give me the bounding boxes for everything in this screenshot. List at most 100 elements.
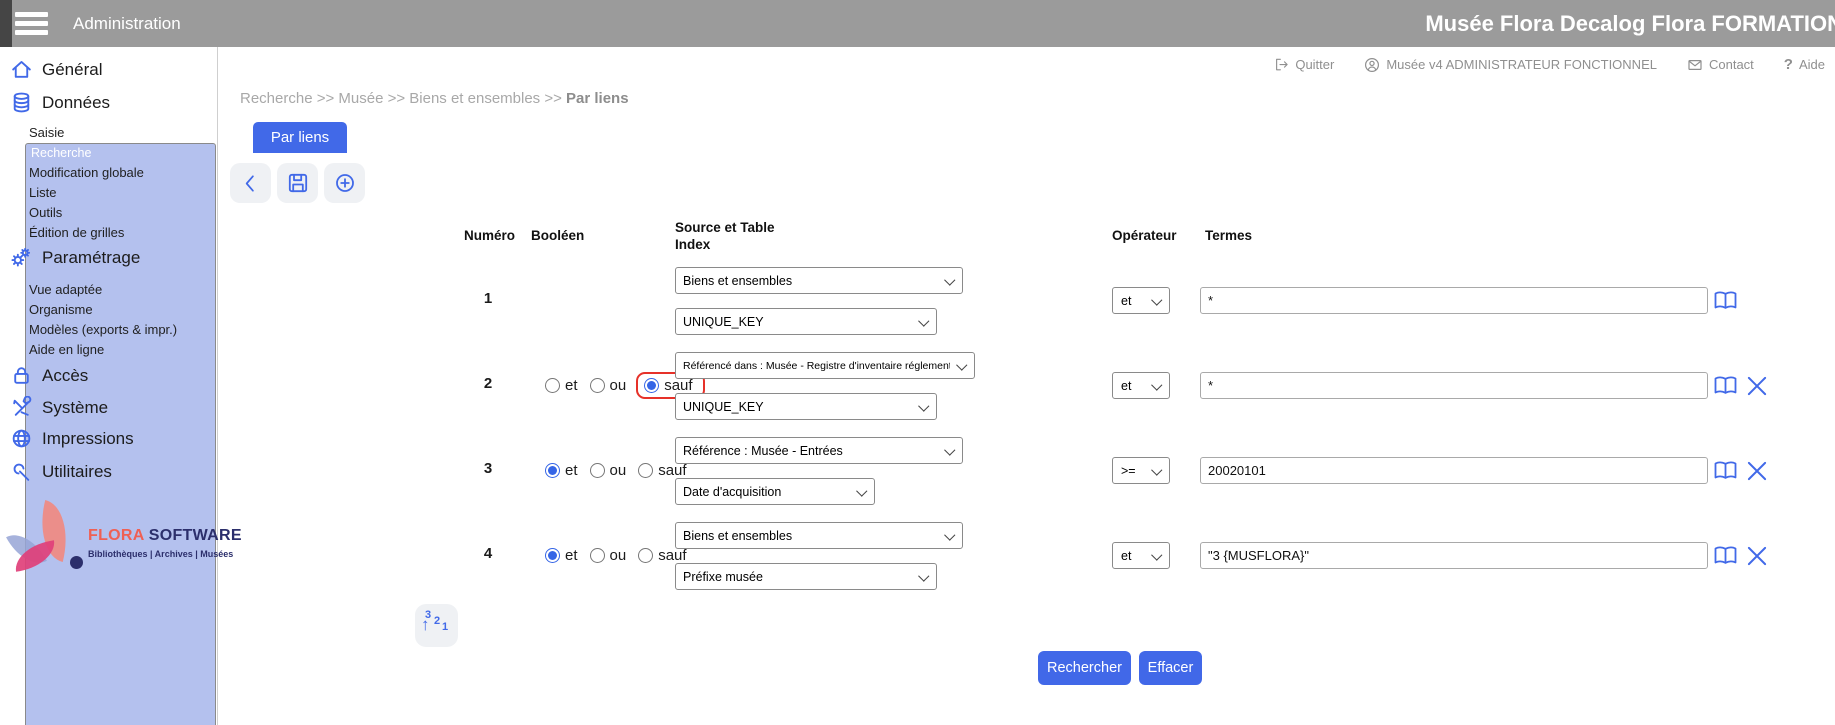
radio-et[interactable]: et	[545, 462, 578, 479]
terms-input-row3[interactable]	[1200, 457, 1708, 484]
delete-row-icon[interactable]	[1744, 373, 1770, 399]
lock-icon	[10, 364, 33, 387]
index-book-icon[interactable]	[1712, 459, 1739, 483]
source-select[interactable]: Référencé dans : Musée - Registre d'inve…	[675, 352, 975, 379]
toolbar	[230, 163, 365, 203]
index-book-icon[interactable]	[1712, 544, 1739, 568]
chevron-left-icon	[239, 172, 262, 195]
radio-ou[interactable]: ou	[590, 462, 627, 479]
header-source-index: Source et Table Index	[675, 218, 775, 253]
operator-select[interactable]: >=	[1112, 457, 1170, 484]
database-icon	[10, 91, 33, 114]
row-number: 1	[468, 290, 508, 307]
operator-select[interactable]: et	[1112, 372, 1170, 399]
terms-input-row1[interactable]	[1200, 287, 1708, 314]
sidebar-item-donnees[interactable]: Données	[10, 91, 110, 114]
boolean-radios-row3: et ou sauf	[545, 455, 687, 485]
admin-window: Administration Musée Flora Decalog Flora…	[0, 0, 1835, 725]
row-number: 4	[468, 545, 508, 562]
sidebar-item-aide-en-ligne[interactable]: Aide en ligne	[29, 340, 104, 359]
index-book-icon[interactable]	[1712, 374, 1739, 398]
operator-select-row4: et	[1112, 542, 1170, 569]
source-select[interactable]: Référence : Musée - Entrées	[675, 437, 963, 464]
sidebar-item-saisie[interactable]: Saisie	[29, 123, 64, 142]
sidebar-divider	[217, 47, 218, 725]
sidebar-item-utilitaires[interactable]: Utilitaires	[10, 460, 112, 483]
header-booleen: Booléen	[531, 218, 584, 254]
sidebar-item-modeles[interactable]: Modèles (exports & impr.)	[29, 320, 177, 339]
operator-select-row2: et	[1112, 372, 1170, 399]
radio-ou[interactable]: ou	[590, 377, 627, 394]
logo-tagline: Bibliothèques | Archives | Musées	[88, 549, 233, 559]
search-button[interactable]: Rechercher	[1038, 651, 1131, 685]
index-select-row1: UNIQUE_KEY	[675, 308, 937, 335]
header-numero: Numéro	[464, 218, 515, 254]
index-select[interactable]: Préfixe musée	[675, 563, 937, 590]
index-book-icon[interactable]	[1712, 289, 1739, 313]
plus-circle-icon	[333, 171, 357, 195]
index-select[interactable]: UNIQUE_KEY	[675, 308, 937, 335]
source-select[interactable]: Biens et ensembles	[675, 267, 963, 294]
sidebar-item-organisme[interactable]: Organisme	[29, 300, 93, 319]
breadcrumb: Recherche >> Musée >> Biens et ensembles…	[240, 90, 629, 107]
delete-row-icon[interactable]	[1744, 458, 1770, 484]
radio-sauf[interactable]: sauf	[644, 377, 692, 394]
source-select[interactable]: Biens et ensembles	[675, 522, 963, 549]
radio-et[interactable]: et	[545, 547, 578, 564]
app-title: Administration	[73, 0, 181, 47]
sidebar-item-general[interactable]: Général	[10, 58, 102, 81]
window-title: Musée Flora Decalog Flora FORMATION	[1425, 0, 1835, 47]
question-mark-icon: ?	[1784, 56, 1793, 73]
row-number: 3	[468, 460, 508, 477]
user-account[interactable]: Musée v4 ADMINISTRATEUR FONCTIONNEL	[1364, 57, 1657, 73]
radio-et[interactable]: et	[545, 377, 578, 394]
operator-select[interactable]: et	[1112, 287, 1170, 314]
index-select[interactable]: UNIQUE_KEY	[675, 393, 937, 420]
quit-link[interactable]: Quitter	[1274, 57, 1334, 72]
sidebar-item-parametrage[interactable]: Paramétrage	[10, 246, 140, 269]
row-number: 2	[468, 375, 508, 392]
breadcrumb-current: Par liens	[566, 90, 629, 107]
header-operateur: Opérateur	[1112, 218, 1177, 254]
add-criterion-button[interactable]	[324, 163, 365, 203]
hamburger-menu-icon[interactable]	[15, 12, 48, 35]
globe-icon	[10, 427, 33, 450]
sidebar-item-liste[interactable]: Liste	[29, 183, 56, 202]
sidebar-item-edition-de-grilles[interactable]: Édition de grilles	[29, 223, 124, 242]
terms-input-row2[interactable]	[1200, 372, 1708, 399]
envelope-icon	[1687, 57, 1703, 73]
index-select[interactable]: Date d'acquisition	[675, 478, 875, 505]
contact-link[interactable]: Contact	[1687, 57, 1754, 73]
source-select-row2: Référencé dans : Musée - Registre d'inve…	[675, 352, 975, 379]
utility-bar: Quitter Musée v4 ADMINISTRATEUR FONCTION…	[1274, 56, 1825, 73]
terms-input-row4[interactable]	[1200, 542, 1708, 569]
sidebar-item-outils[interactable]: Outils	[29, 203, 62, 222]
help-link[interactable]: ? Aide	[1784, 56, 1825, 73]
sidebar-item-impressions[interactable]: Impressions	[10, 427, 134, 450]
operator-select[interactable]: et	[1112, 542, 1170, 569]
wrench-icon	[10, 460, 33, 483]
delete-row-icon[interactable]	[1744, 543, 1770, 569]
operator-select-row3: >=	[1112, 457, 1170, 484]
radio-sauf[interactable]: sauf	[638, 462, 686, 479]
save-button[interactable]	[277, 163, 318, 203]
sort-order-button[interactable]: 3 2 1 ↑	[415, 604, 458, 647]
clear-button[interactable]: Effacer	[1139, 651, 1202, 685]
top-bar: Administration Musée Flora Decalog Flora…	[0, 0, 1835, 47]
sidebar-item-systeme[interactable]: Système	[10, 396, 108, 419]
tab-par-liens[interactable]: Par liens	[253, 122, 347, 153]
logo-dot	[70, 556, 83, 569]
tools-icon	[10, 396, 33, 419]
topbar-edge	[0, 0, 12, 47]
logout-icon	[1274, 57, 1289, 72]
source-select-row4: Biens et ensembles	[675, 522, 963, 549]
sidebar-item-vue-adaptee[interactable]: Vue adaptée	[29, 280, 102, 299]
source-select-row1: Biens et ensembles	[675, 267, 963, 294]
back-button[interactable]	[230, 163, 271, 203]
radio-ou[interactable]: ou	[590, 547, 627, 564]
header-termes: Termes	[1205, 218, 1252, 254]
sidebar-item-acces[interactable]: Accès	[10, 364, 88, 387]
sidebar-item-modification-globale[interactable]: Modification globale	[29, 163, 144, 182]
radio-sauf[interactable]: sauf	[638, 547, 686, 564]
floppy-save-icon	[286, 171, 310, 195]
